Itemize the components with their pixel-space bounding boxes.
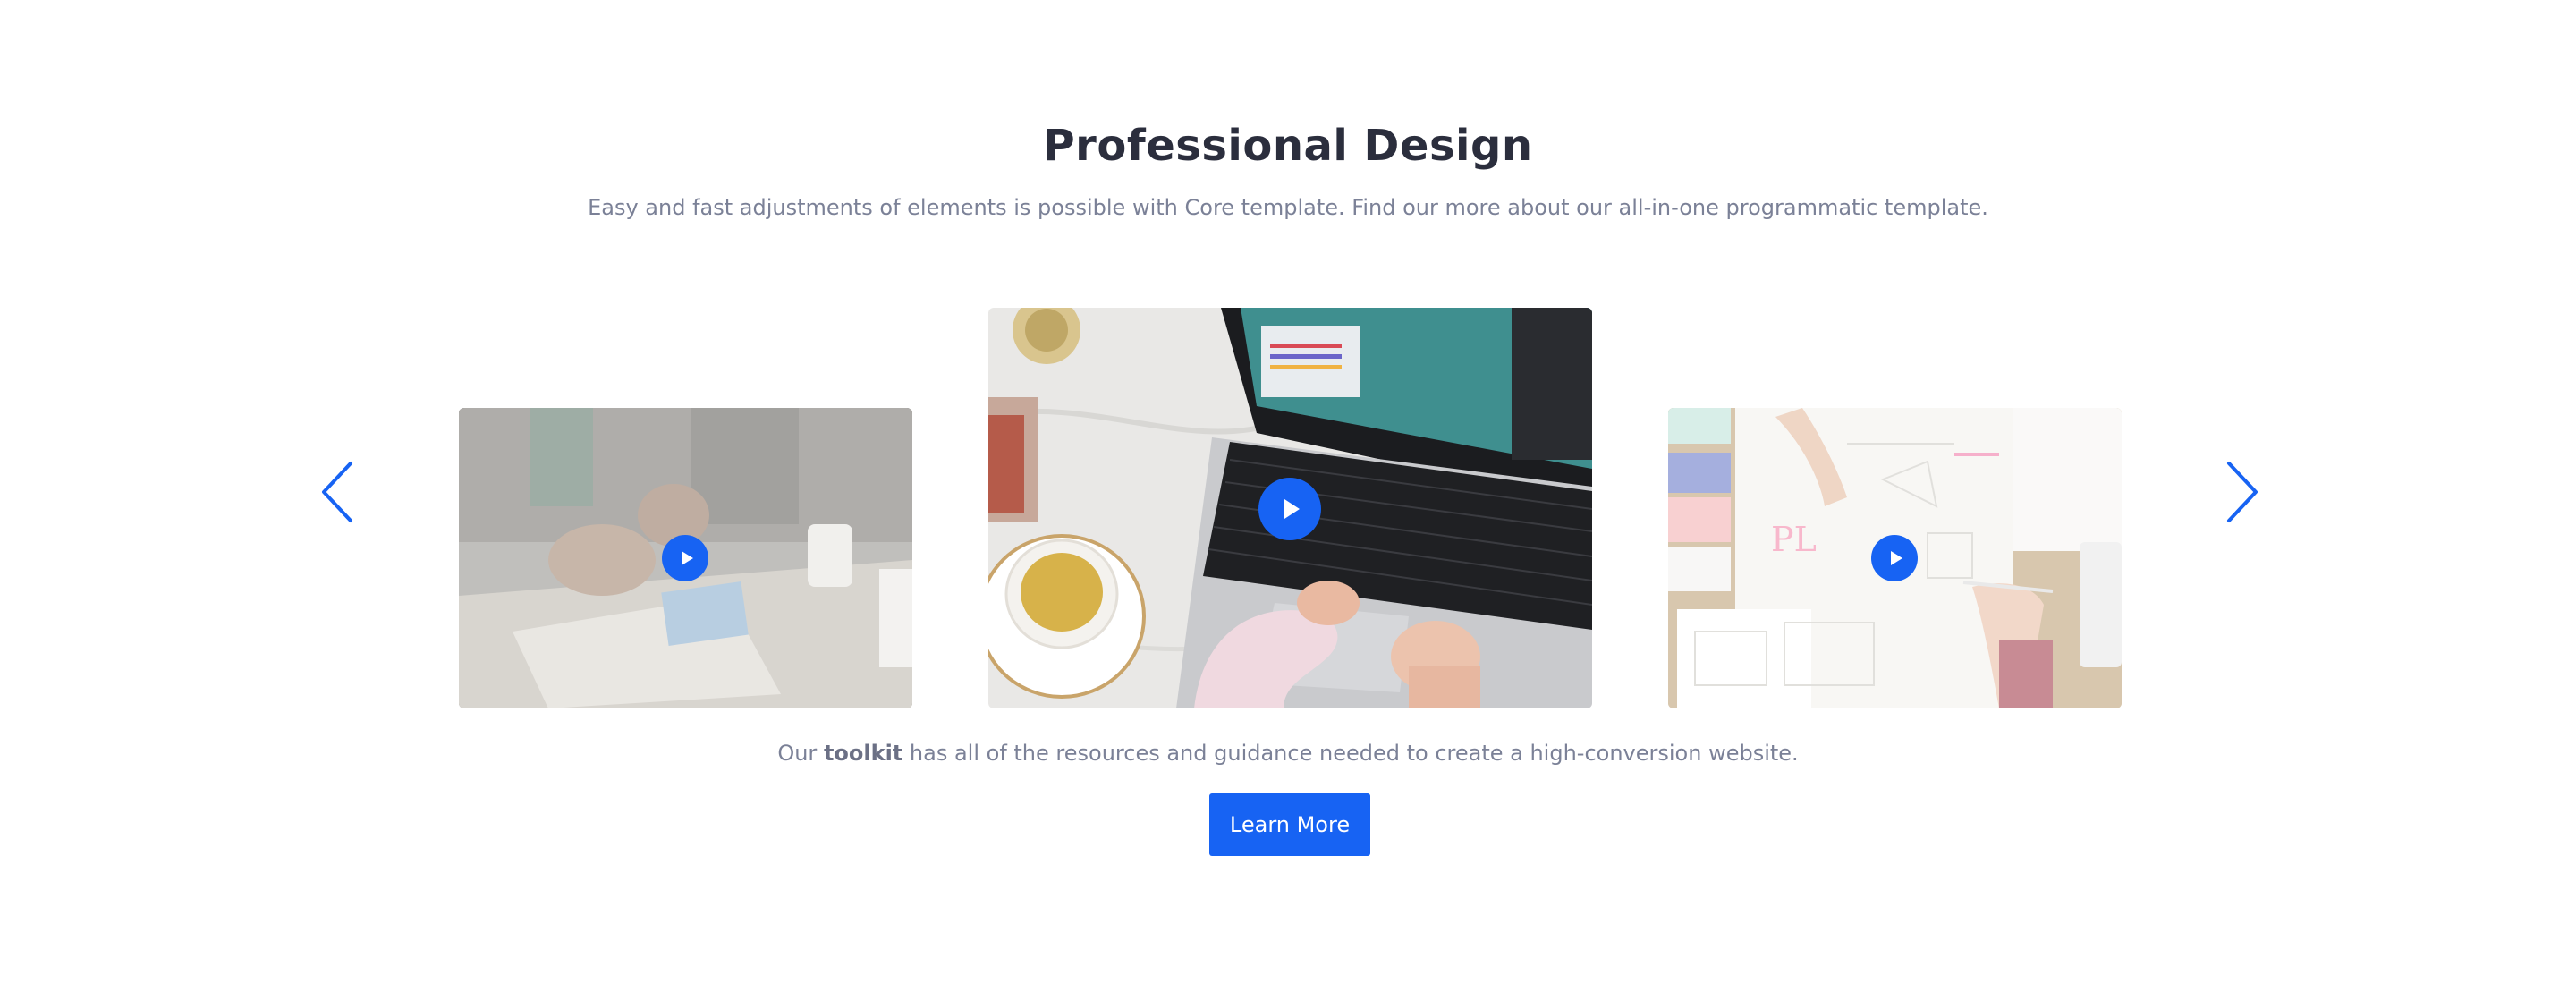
caption-text-after: has all of the resources and guidance ne…: [902, 741, 1799, 766]
learn-more-button[interactable]: Learn More: [1209, 793, 1370, 856]
play-icon: [1284, 499, 1300, 519]
play-icon: [681, 551, 693, 565]
section-subtitle: Easy and fast adjustments of elements is…: [588, 195, 1988, 220]
chevron-left-icon: [322, 462, 352, 522]
play-video-button[interactable]: [1258, 478, 1321, 540]
carousel-next-button[interactable]: [2222, 460, 2261, 524]
caption-bold-text: toolkit: [823, 741, 903, 766]
carousel-slide-team-planning[interactable]: [459, 408, 912, 708]
play-video-button[interactable]: [662, 535, 708, 581]
video-carousel-section: Professional Design Easy and fast adjust…: [0, 0, 2576, 984]
carousel-caption: Our toolkit has all of the resources and…: [0, 735, 2576, 771]
play-icon: [1890, 551, 1902, 565]
section-title: Professional Design: [1043, 121, 1533, 171]
play-video-button[interactable]: [1871, 535, 1918, 581]
carousel-slide-design-sketches[interactable]: PL: [1668, 408, 2122, 708]
carousel-slide-laptop-coffee[interactable]: [988, 308, 1592, 708]
caption-text-before: Our: [777, 741, 824, 766]
svg-text:PL: PL: [1771, 520, 1817, 559]
carousel-prev-button[interactable]: [318, 460, 358, 524]
chevron-right-icon: [2227, 462, 2258, 522]
